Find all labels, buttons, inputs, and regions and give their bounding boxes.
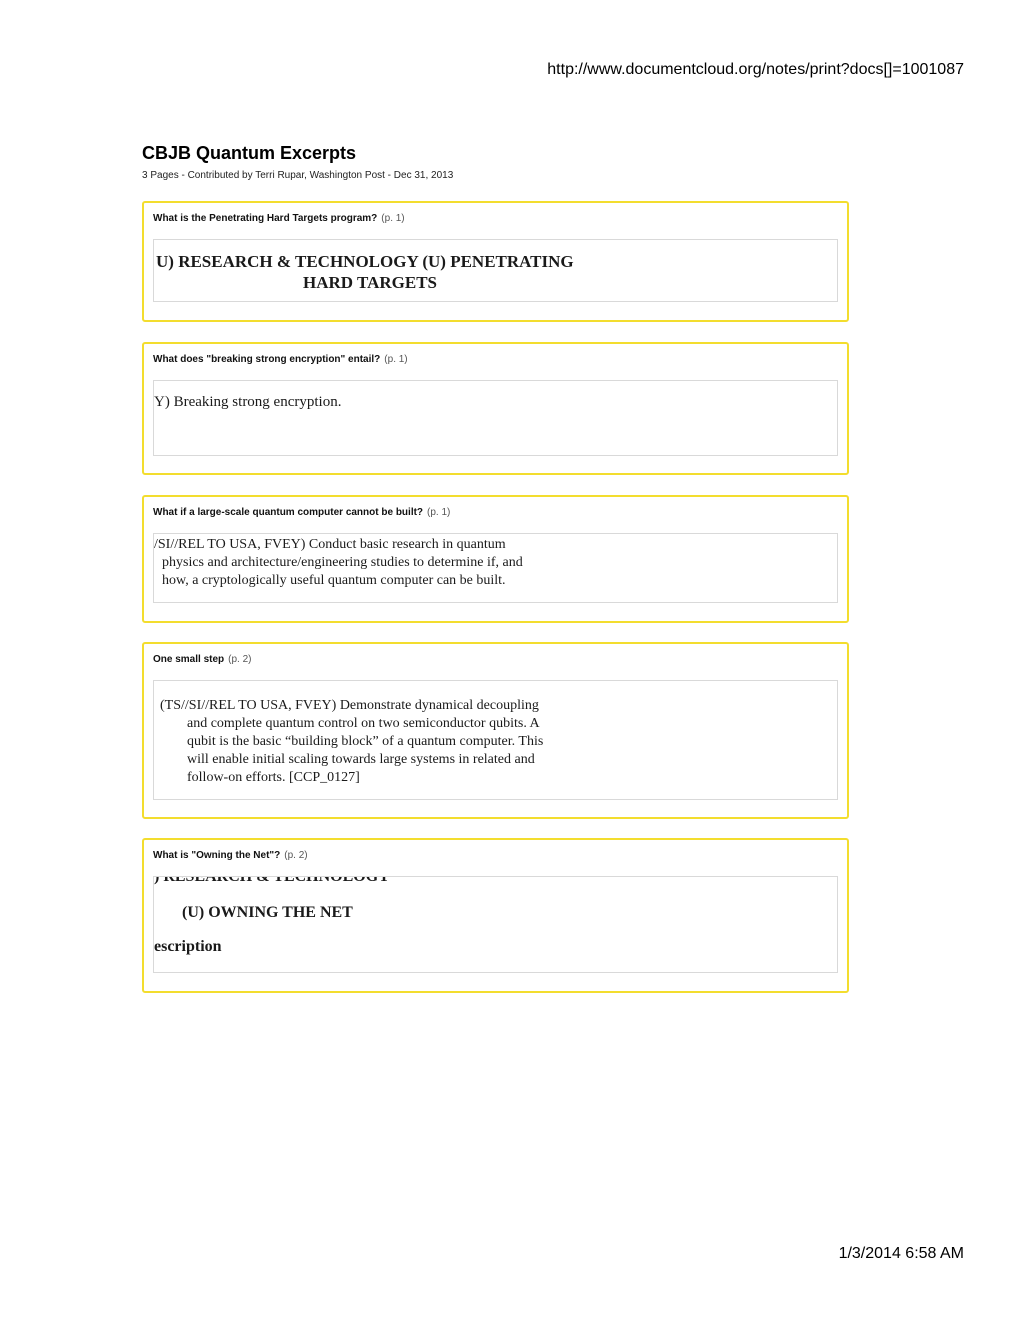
note-excerpt: U) RESEARCH & TECHNOLOGY (U) PENETRATING… <box>153 239 838 302</box>
print-datetime: 1/3/2014 6:58 AM <box>838 1245 964 1262</box>
note-page-ref: (p. 1) <box>381 213 405 224</box>
excerpt-line: escription <box>154 938 222 955</box>
print-url: http://www.documentcloud.org/notes/print… <box>547 61 964 78</box>
excerpt-line: ) RESEARCH & TECHNOLOGY <box>154 876 390 885</box>
note-card: What is "Owning the Net"? (p. 2) ) RESEAR… <box>142 838 849 993</box>
note-question: What if a large-scale quantum computer c… <box>153 507 424 518</box>
excerpt-line: how, a cryptologically useful quantum co… <box>162 573 506 588</box>
note-card: One small step (p. 2) (TS//SI//REL TO USA… <box>142 642 849 819</box>
excerpt-line: qubit is the basic “building block” of a… <box>187 734 544 749</box>
note-question: What is "Owning the Net"? <box>153 850 281 861</box>
note-page-ref: (p. 2) <box>228 654 252 665</box>
excerpt-line: (U) OWNING THE NET <box>182 904 353 921</box>
note-page-ref: (p. 2) <box>284 850 308 861</box>
document-meta: 3 Pages - Contributed by Terri Rupar, Wa… <box>142 170 454 181</box>
note-page-ref: (p. 1) <box>384 354 408 365</box>
note-card: What does "breaking strong encryption" e… <box>142 342 849 475</box>
note-header: What does "breaking strong encryption" e… <box>153 354 408 365</box>
note-card: What is the Penetrating Hard Targets pro… <box>142 201 849 322</box>
note-question: What is the Penetrating Hard Targets pro… <box>153 213 378 224</box>
note-card: What if a large-scale quantum computer c… <box>142 495 849 623</box>
note-header: What is "Owning the Net"? (p. 2) <box>153 850 308 861</box>
note-excerpt: /SI//REL TO USA, FVEY) Conduct basic res… <box>153 533 838 603</box>
note-excerpt: Y) Breaking strong encryption. <box>153 380 838 456</box>
note-header: What if a large-scale quantum computer c… <box>153 507 450 518</box>
note-excerpt: (TS//SI//REL TO USA, FVEY) Demonstrate d… <box>153 680 838 800</box>
excerpt-line: follow-on efforts. [CCP_0127] <box>187 770 360 785</box>
excerpt-line: HARD TARGETS <box>303 273 437 292</box>
note-question: One small step <box>153 654 225 665</box>
excerpt-line: physics and architecture/engineering stu… <box>162 555 523 570</box>
note-excerpt: ) RESEARCH & TECHNOLOGY (U) OWNING THE N… <box>153 876 838 973</box>
excerpt-line: U) RESEARCH & TECHNOLOGY (U) PENETRATING <box>156 252 574 271</box>
note-question: What does "breaking strong encryption" e… <box>153 354 381 365</box>
excerpt-line: and complete quantum control on two semi… <box>187 716 540 731</box>
excerpt-line: /SI//REL TO USA, FVEY) Conduct basic res… <box>154 537 506 552</box>
note-header: What is the Penetrating Hard Targets pro… <box>153 213 405 224</box>
excerpt-line: will enable initial scaling towards larg… <box>187 752 535 767</box>
note-header: One small step (p. 2) <box>153 654 251 665</box>
document-title: CBJB Quantum Excerpts <box>142 143 357 163</box>
excerpt-line: Y) Breaking strong encryption. <box>154 394 342 410</box>
note-page-ref: (p. 1) <box>427 507 451 518</box>
excerpt-line: (TS//SI//REL TO USA, FVEY) Demonstrate d… <box>160 698 539 713</box>
